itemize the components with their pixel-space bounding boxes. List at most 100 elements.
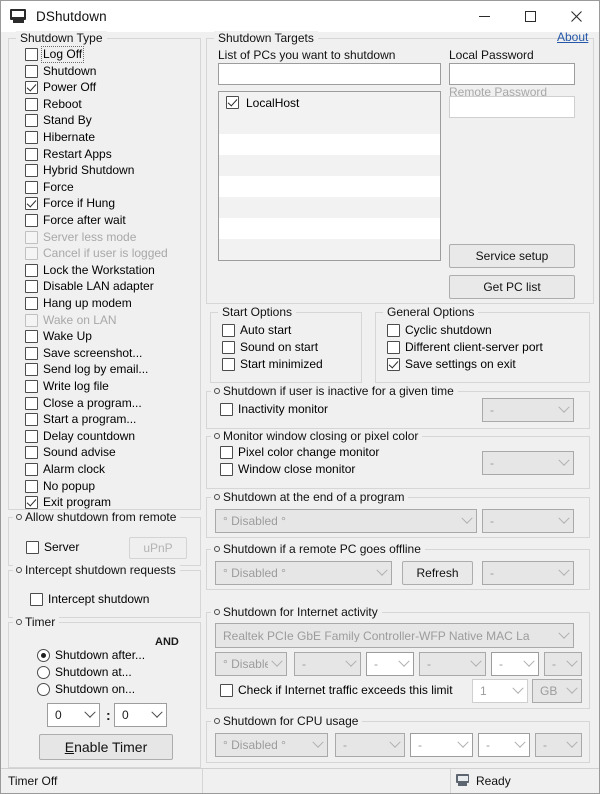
general-option-cyclic-shutdown[interactable]: Cyclic shutdown	[387, 324, 492, 337]
window-close-monitor-checkbox[interactable]: Window close monitor	[220, 463, 355, 476]
traffic-limit-value-combo[interactable]: 1	[472, 679, 528, 703]
get-pc-list-button[interactable]: Get PC list	[449, 275, 575, 299]
shutdown-type-reboot[interactable]: Reboot	[25, 98, 82, 111]
timer-caption[interactable]: Timer	[13, 615, 59, 629]
pc-name-input[interactable]	[218, 63, 441, 85]
shutdown-type-save-screenshot[interactable]: Save screenshot...	[25, 347, 142, 360]
cpu-combo-2[interactable]: -	[335, 733, 405, 757]
shutdown-type-force-after-wait[interactable]: Force after wait	[25, 214, 126, 227]
general-option-save-settings-on-exit[interactable]: Save settings on exit	[387, 358, 516, 371]
shutdown-type-start-a-program[interactable]: Start a program...	[25, 413, 136, 426]
shutdown-type-exit-program[interactable]: Exit program	[25, 496, 111, 509]
internet-combo-2[interactable]: -	[294, 652, 361, 676]
chevron-down-icon	[555, 406, 573, 414]
timer-minutes-combo[interactable]: 0	[114, 703, 167, 727]
local-password-field[interactable]	[449, 63, 575, 85]
chevron-down-icon	[555, 569, 573, 577]
pixel-color-monitor-checkbox[interactable]: Pixel color change monitor	[220, 446, 379, 459]
cpu-combo-3[interactable]: -	[410, 733, 473, 757]
shutdown-type-hybrid-shutdown[interactable]: Hybrid Shutdown	[25, 164, 134, 177]
intercept-caption[interactable]: Intercept shutdown requests	[13, 563, 180, 577]
shutdown-type-hibernate[interactable]: Hibernate	[25, 131, 95, 144]
network-adapter-value: Realtek PCIe GbE Family Controller-WFP N…	[216, 630, 555, 642]
shutdown-type-power-off[interactable]: Power Off	[25, 81, 96, 94]
start-option-sound-on-start[interactable]: Sound on start	[222, 341, 318, 354]
shutdown-type-alarm-clock[interactable]: Alarm clock	[25, 463, 105, 476]
checkbox-box	[25, 131, 38, 144]
internet-activity-caption[interactable]: Shutdown for Internet activity	[211, 605, 382, 619]
shutdown-type-shutdown[interactable]: Shutdown	[25, 65, 96, 78]
network-adapter-combo[interactable]: Realtek PCIe GbE Family Controller-WFP N…	[215, 623, 574, 648]
checkbox-box	[25, 148, 38, 161]
shutdown-type-restart-apps-label: Restart Apps	[43, 148, 112, 161]
shutdown-type-stand-by[interactable]: Stand By	[25, 114, 92, 127]
timer-hours-combo[interactable]: 0	[47, 703, 100, 727]
shutdown-type-wake-up[interactable]: Wake Up	[25, 330, 92, 343]
cpu-combo-5[interactable]: -	[535, 733, 582, 757]
upnp-button[interactable]: uPnP	[129, 537, 187, 559]
end-of-program-caption[interactable]: Shutdown at the end of a program	[211, 490, 408, 504]
shutdown-type-log-off[interactable]: Log Off	[25, 48, 82, 61]
remote-offline-combo[interactable]: ° Disabled °	[215, 561, 392, 585]
close-button[interactable]	[553, 1, 599, 32]
refresh-button[interactable]: Refresh	[402, 561, 473, 585]
monitor-window-caption[interactable]: Monitor window closing or pixel color	[211, 429, 422, 443]
shutdown-type-force-if-hung-label: Force if Hung	[43, 197, 115, 210]
traffic-limit-checkbox[interactable]: Check if Internet traffic exceeds this l…	[220, 684, 453, 697]
internet-combo-3[interactable]: -	[366, 652, 414, 676]
service-setup-button[interactable]: Service setup	[449, 244, 575, 268]
maximize-button[interactable]	[507, 1, 553, 32]
server-checkbox[interactable]: Server	[26, 541, 79, 554]
radio-shutdown-at[interactable]: Shutdown at...	[37, 666, 132, 679]
intercept-shutdown-checkbox[interactable]: Intercept shutdown	[30, 593, 149, 606]
cpu-usage-caption[interactable]: Shutdown for CPU usage	[211, 714, 362, 728]
shutdown-type-close-a-program[interactable]: Close a program...	[25, 397, 142, 410]
shutdown-type-restart-apps[interactable]: Restart Apps	[25, 148, 112, 161]
start-option-auto-start[interactable]: Auto start	[222, 324, 291, 337]
general-option-different-client-server-port[interactable]: Different client-server port	[387, 341, 543, 354]
shutdown-type-cancel-if-user-is-logged: Cancel if user is logged	[25, 247, 168, 260]
about-link[interactable]: About	[557, 30, 588, 44]
cpu-combo-1[interactable]: ° Disabled °	[215, 733, 328, 757]
remote-password-field[interactable]	[449, 96, 575, 118]
allow-remote-caption[interactable]: Allow shutdown from remote	[13, 510, 180, 524]
checkbox-box	[222, 358, 235, 371]
shutdown-type-write-log-file[interactable]: Write log file	[25, 380, 109, 393]
radio-shutdown-on[interactable]: Shutdown on...	[37, 683, 135, 696]
checkbox-box	[25, 463, 38, 476]
shutdown-type-disable-lan-adapter[interactable]: Disable LAN adapter	[25, 280, 154, 293]
enable-timer-button[interactable]: Enable Timer	[39, 734, 173, 760]
chevron-down-icon	[555, 632, 573, 640]
internet-combo-4[interactable]: -	[419, 652, 486, 676]
shutdown-type-lock-the-workstation[interactable]: Lock the Workstation	[25, 264, 155, 277]
shutdown-type-hang-up-modem[interactable]: Hang up modem	[25, 297, 132, 310]
shutdown-type-delay-countdown[interactable]: Delay countdown	[25, 430, 135, 443]
shutdown-type-send-log-by-email[interactable]: Send log by email...	[25, 363, 148, 376]
inactivity-caption[interactable]: Shutdown if user is inactive for a given…	[211, 384, 458, 398]
shutdown-type-force-if-hung[interactable]: Force if Hung	[25, 197, 115, 210]
monitor-window-combo[interactable]: -	[482, 451, 574, 475]
remote-offline-caption[interactable]: Shutdown if a remote PC goes offline	[211, 542, 425, 556]
shutdown-type-cancel-if-user-is-logged-label: Cancel if user is logged	[43, 247, 168, 260]
checkbox-box	[30, 593, 43, 606]
shutdown-type-no-popup[interactable]: No popup	[25, 480, 95, 493]
inactivity-combo[interactable]: -	[482, 398, 574, 422]
cpu-combo-3-value: -	[411, 739, 454, 751]
computer-icon	[456, 774, 470, 787]
radio-shutdown-after[interactable]: Shutdown after...	[37, 649, 145, 662]
traffic-limit-unit-combo[interactable]: GB	[532, 679, 582, 703]
start-option-start-minimized[interactable]: Start minimized	[222, 358, 323, 371]
cpu-combo-4[interactable]: -	[478, 733, 530, 757]
internet-combo-1[interactable]: ° Disablec	[215, 652, 287, 676]
end-of-program-combo[interactable]: ° Disabled °	[215, 509, 477, 533]
shutdown-type-sound-advise[interactable]: Sound advise	[25, 446, 116, 459]
inactivity-monitor-checkbox[interactable]: Inactivity monitor	[220, 403, 328, 416]
internet-combo-6[interactable]: -	[544, 652, 582, 676]
shutdown-type-force[interactable]: Force	[25, 181, 74, 194]
end-of-program-side-combo[interactable]: -	[482, 509, 574, 533]
pc-list-box[interactable]: LocalHost	[218, 91, 441, 261]
minimize-button[interactable]	[461, 1, 507, 32]
remote-offline-side-combo[interactable]: -	[482, 561, 574, 585]
internet-combo-5[interactable]: -	[491, 652, 539, 676]
pc-list-item[interactable]: LocalHost	[219, 92, 440, 113]
